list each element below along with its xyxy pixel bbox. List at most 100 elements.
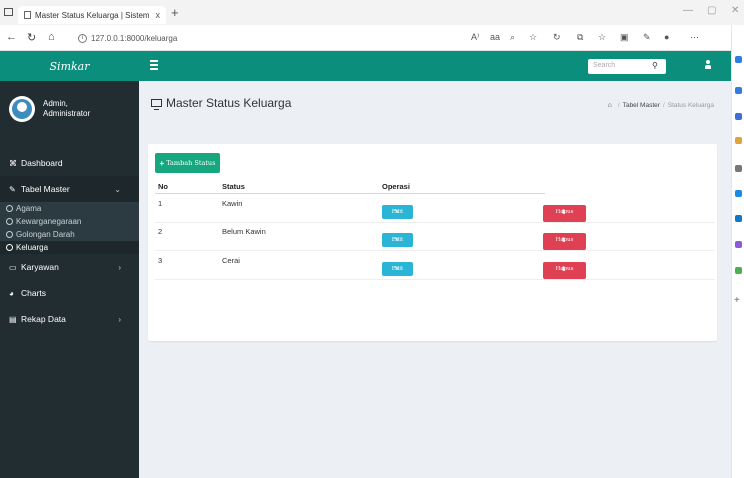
data-box: + Tambah Status No Status Operasi 1 Kawi… — [148, 144, 717, 341]
zoom-icon[interactable]: ⌕ — [510, 32, 515, 43]
restore-icon[interactable]: ▢ — [707, 5, 716, 16]
row-status: Cerai — [222, 256, 240, 265]
edit-label: Edit — [391, 237, 404, 243]
edge-copilot-icon[interactable] — [735, 113, 742, 120]
minimize-icon[interactable]: — — [683, 5, 693, 16]
edge-games-icon[interactable] — [735, 190, 742, 197]
edit-button[interactable]: ✎ Edit — [382, 205, 413, 219]
sub-item-keluarga[interactable]: Keluarga — [0, 241, 139, 254]
browser-tab[interactable]: Master Status Keluarga | Sistem I x — [18, 6, 166, 24]
circle-icon — [6, 244, 13, 251]
edge-office-icon[interactable] — [735, 241, 742, 248]
site-info-icon[interactable]: i — [78, 33, 87, 43]
edge-tools-icon[interactable] — [735, 165, 742, 172]
table-header: No Status Operasi — [155, 178, 545, 194]
edge-outlook-icon[interactable] — [735, 215, 742, 222]
delete-button[interactable]: ▮ Hapus — [543, 233, 586, 250]
plus-icon: + — [159, 158, 165, 168]
back-icon[interactable]: ← — [6, 31, 17, 43]
delete-label: Hapus — [555, 237, 574, 243]
table-row: 2 Belum Kawin ✎ Edit ▮ Hapus — [155, 223, 715, 251]
sub-item-label: Golongan Darah — [16, 230, 75, 239]
page-icon — [24, 11, 31, 19]
edit-label: Edit — [391, 266, 404, 272]
breadcrumb-separator: / — [662, 102, 665, 109]
sidebar-item-karyawan[interactable]: ▭ Karyawan › — [0, 254, 139, 280]
collections-icon[interactable]: ▣ — [620, 32, 629, 43]
sub-item-kewarganegaraan[interactable]: Kewarganegaraan — [0, 215, 139, 228]
add-status-button[interactable]: + Tambah Status — [155, 153, 220, 173]
chevron-right-icon: › — [118, 314, 121, 324]
profile-icon[interactable]: ● — [664, 32, 669, 42]
file-icon: ▤ — [9, 314, 17, 324]
sidebar-item-label: Tabel Master — [21, 184, 70, 194]
user-menu-icon[interactable] — [705, 60, 711, 69]
sidebar-item-charts[interactable]: ◕ Charts — [0, 280, 139, 306]
edit-button[interactable]: ✎ Edit — [382, 262, 413, 276]
edge-app-icon[interactable] — [735, 56, 742, 63]
window-menu-icon[interactable] — [4, 8, 13, 16]
brand-logo[interactable]: Simkar — [0, 51, 139, 81]
edge-shopping-icon[interactable] — [735, 137, 742, 144]
edge-add-icon[interactable]: + — [734, 295, 740, 306]
new-tab-button[interactable]: + — [171, 5, 179, 20]
monitor-icon: ▭ — [9, 262, 17, 272]
sidebar-item-label: Rekap Data — [21, 314, 66, 324]
page-title: Master Status Keluarga — [151, 96, 291, 110]
user-panel: Admin, Administrator — [0, 81, 139, 136]
home-icon[interactable]: ⌂ — [48, 31, 55, 43]
url-text: 127.0.0.1:8000/keluarga — [91, 33, 178, 43]
home-icon[interactable]: ⌂ — [608, 102, 612, 109]
dashboard-icon: ⌘ — [9, 158, 17, 168]
avatar — [9, 95, 35, 122]
sidebar-menu: ⌘ Dashboard ✎ Tabel Master ⌄ Agama Kewar… — [0, 150, 139, 332]
refresh-icon[interactable]: ↻ — [27, 31, 36, 44]
row-no: 1 — [158, 199, 163, 208]
extension-icon[interactable]: ✎ — [643, 32, 651, 43]
breadcrumb-current: Status Keluarga — [667, 102, 714, 109]
breadcrumb-item[interactable]: Tabel Master — [623, 102, 660, 109]
delete-button[interactable]: ▮ Hapus — [543, 205, 586, 222]
delete-button[interactable]: ▮ Hapus — [543, 262, 586, 279]
monitor-icon — [151, 99, 162, 110]
row-status: Kawin — [222, 199, 243, 208]
edit-icon: ✎ — [9, 184, 16, 194]
read-aloud-icon[interactable]: A⁾ — [471, 32, 479, 43]
search-icon[interactable]: ⚲ — [652, 61, 658, 70]
sub-item-golongan-darah[interactable]: Golongan Darah — [0, 228, 139, 241]
column-header: Operasi — [382, 182, 410, 191]
menu-toggle-icon[interactable] — [150, 60, 158, 72]
refresh-extension-icon[interactable]: ↻ — [553, 32, 561, 43]
sidebar-item-tabel-master[interactable]: ✎ Tabel Master ⌄ — [0, 176, 139, 202]
tab-close-icon[interactable]: x — [156, 10, 161, 20]
sub-item-agama[interactable]: Agama — [0, 202, 139, 215]
close-window-icon[interactable]: ✕ — [731, 5, 739, 16]
table-row: 3 Cerai ✎ Edit ▮ Hapus — [155, 252, 715, 280]
sidebar-item-label: Dashboard — [21, 158, 63, 168]
translate-icon[interactable]: aа — [490, 32, 500, 42]
sidebar-item-dashboard[interactable]: ⌘ Dashboard — [0, 150, 139, 176]
edit-button[interactable]: ✎ Edit — [382, 233, 413, 247]
split-screen-icon[interactable]: ⧉ — [577, 32, 583, 43]
top-navbar: Search ⚲ — [139, 51, 731, 81]
edge-search-icon[interactable] — [735, 87, 742, 94]
breadcrumb: ⌂ / Tabel Master / Status Keluarga — [608, 102, 714, 109]
add-status-label: Tambah Status — [166, 159, 216, 167]
sidebar-item-label: Karyawan — [21, 262, 59, 272]
column-header: No — [158, 182, 168, 191]
more-icon[interactable]: ⋯ — [690, 32, 699, 43]
circle-icon — [6, 231, 13, 238]
sub-item-label: Kewarganegaraan — [16, 217, 82, 226]
breadcrumb-separator: / — [617, 102, 620, 109]
favorites-icon[interactable]: ☆ — [598, 32, 606, 43]
sidebar-item-rekap-data[interactable]: ▤ Rekap Data › — [0, 306, 139, 332]
sub-item-label: Keluarga — [16, 243, 49, 252]
favorite-icon[interactable]: ☆ — [529, 32, 537, 43]
row-no: 2 — [158, 227, 163, 236]
edit-label: Edit — [391, 209, 404, 215]
user-role: Administrator — [43, 108, 91, 118]
circle-icon — [6, 218, 13, 225]
content-area: Master Status Keluarga ⌂ / Tabel Master … — [139, 81, 731, 478]
page-title-text: Master Status Keluarga — [166, 96, 292, 110]
edge-drop-icon[interactable] — [735, 267, 742, 274]
